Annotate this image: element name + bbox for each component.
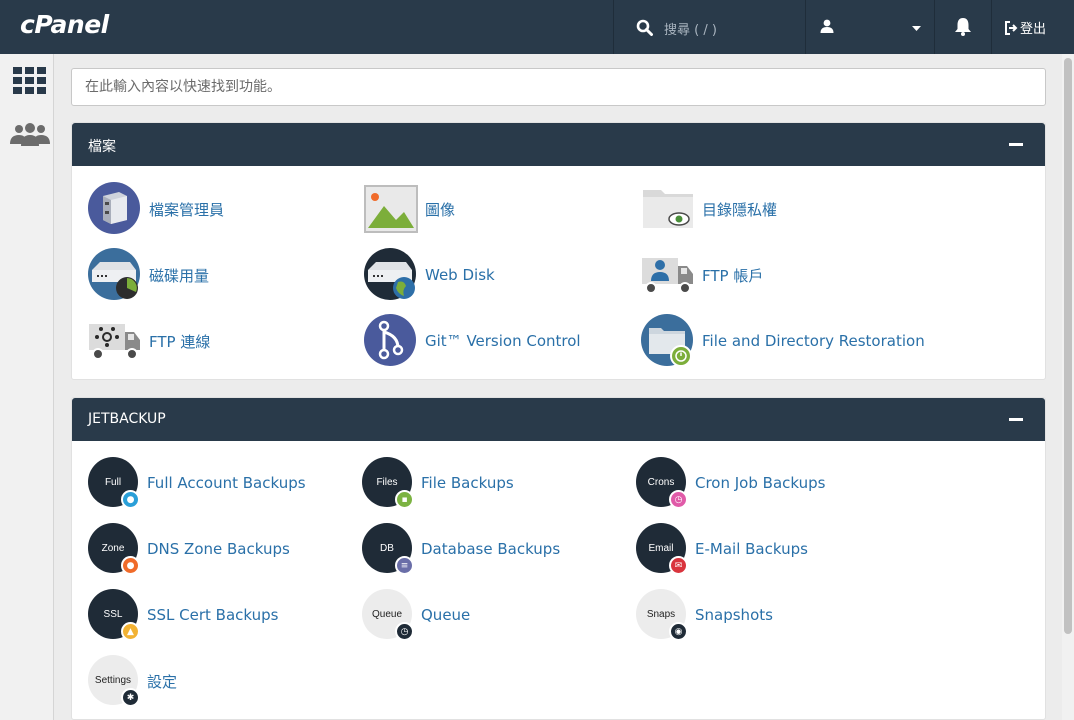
globe-badge-icon: ● xyxy=(121,556,140,575)
git-icon xyxy=(364,314,418,368)
gear-badge-icon: ✱ xyxy=(121,688,140,707)
restoration-icon xyxy=(641,314,695,368)
file-backups-label: File Backups xyxy=(421,474,514,492)
quick-search-input[interactable] xyxy=(71,68,1046,106)
logout-label: 登出 xyxy=(1020,22,1047,37)
git-label: Git™ Version Control xyxy=(425,332,581,350)
clock-badge-icon: ◷ xyxy=(395,622,414,641)
snapshots-link[interactable]: Snaps ◉ Snapshots xyxy=(636,588,773,642)
clock-badge-icon: ◷ xyxy=(669,490,688,509)
dns-zone-backups-link[interactable]: Zone ● DNS Zone Backups xyxy=(88,522,290,576)
user-icon xyxy=(820,19,834,33)
cron-job-backups-label: Cron Job Backups xyxy=(695,474,826,492)
file-restoration-link[interactable]: File and Directory Restoration xyxy=(641,314,925,368)
git-version-control-link[interactable]: Git™ Version Control xyxy=(364,314,581,368)
database-backups-label: Database Backups xyxy=(421,540,561,558)
full-account-backups-label: Full Account Backups xyxy=(147,474,306,492)
web-disk-label: Web Disk xyxy=(425,266,495,284)
panel-title: 檔案 xyxy=(88,139,116,155)
file-badge-icon: ▪ xyxy=(395,490,414,509)
file-backups-link[interactable]: Files ▪ File Backups xyxy=(362,456,514,510)
snapshots-label: Snapshots xyxy=(695,606,773,624)
disk-usage-link[interactable]: 磁碟用量 xyxy=(88,248,209,302)
images-link[interactable]: 圖像 xyxy=(364,182,455,236)
grid-icon[interactable] xyxy=(13,67,46,95)
disk-usage-label: 磁碟用量 xyxy=(149,266,210,285)
ssl-cert-backups-link[interactable]: SSL ▲ SSL Cert Backups xyxy=(88,588,278,642)
divider xyxy=(934,0,935,54)
images-label: 圖像 xyxy=(425,200,456,219)
images-icon xyxy=(364,182,418,236)
sidebar xyxy=(0,54,54,720)
divider xyxy=(991,0,992,54)
file-manager-label: 檔案管理員 xyxy=(149,200,225,219)
scrollbar[interactable] xyxy=(1062,54,1074,720)
chevron-down-icon xyxy=(912,26,921,31)
dns-zone-backups-label: DNS Zone Backups xyxy=(147,540,290,558)
ssl-backup-icon: SSL ▲ xyxy=(88,589,140,641)
header-search-placeholder: 搜尋 ( / ) xyxy=(664,23,717,38)
lock-badge-icon: ▲ xyxy=(121,622,140,641)
ssl-cert-backups-label: SSL Cert Backups xyxy=(147,606,279,624)
user-badge-icon: ● xyxy=(121,490,140,509)
files-panel: 檔案 檔案管理員 圖像 目錄隱私權 磁碟用量 Web Disk FTP 帳戶 F… xyxy=(71,122,1046,380)
ftp-connections-label: FTP 連線 xyxy=(149,332,211,351)
jetbackup-panel-header[interactable]: JETBACKUP xyxy=(72,398,1045,441)
top-bar: cPanel 搜尋 ( / ) 登出 xyxy=(0,0,1074,54)
settings-label: 設定 xyxy=(147,672,178,691)
camera-badge-icon: ◉ xyxy=(669,622,688,641)
web-disk-link[interactable]: Web Disk xyxy=(364,248,495,302)
directory-privacy-label: 目錄隱私權 xyxy=(702,200,778,219)
ftp-accounts-link[interactable]: FTP 帳戶 xyxy=(641,248,763,302)
directory-privacy-icon xyxy=(641,182,695,236)
collapse-icon[interactable] xyxy=(1009,418,1023,421)
header-search[interactable]: 搜尋 ( / ) xyxy=(614,0,806,54)
file-manager-icon xyxy=(88,182,142,236)
envelope-badge-icon: ✉ xyxy=(669,556,688,575)
queue-link[interactable]: Queue ◷ Queue xyxy=(362,588,470,642)
full-account-backups-link[interactable]: Full ● Full Account Backups xyxy=(88,456,306,510)
jetbackup-panel: JETBACKUP Full ● Full Account Backups Fi… xyxy=(71,397,1046,720)
users-icon[interactable] xyxy=(10,122,50,147)
snapshots-icon: Snaps ◉ xyxy=(636,589,688,641)
directory-privacy-link[interactable]: 目錄隱私權 xyxy=(641,182,777,236)
collapse-icon[interactable] xyxy=(1009,143,1023,146)
panel-title: JETBACKUP xyxy=(88,411,166,427)
file-manager-link[interactable]: 檔案管理員 xyxy=(88,182,224,236)
file-backup-icon: Files ▪ xyxy=(362,457,414,509)
email-backups-label: E-Mail Backups xyxy=(695,540,808,558)
database-badge-icon: ≡ xyxy=(395,556,414,575)
ftp-accounts-icon xyxy=(641,248,695,302)
email-backups-link[interactable]: Email ✉ E-Mail Backups xyxy=(636,522,808,576)
database-backups-link[interactable]: DB ≡ Database Backups xyxy=(362,522,560,576)
settings-icon: Settings ✱ xyxy=(88,655,140,707)
disk-usage-icon xyxy=(88,248,142,302)
cron-backup-icon: Crons ◷ xyxy=(636,457,688,509)
files-panel-header[interactable]: 檔案 xyxy=(72,123,1045,166)
queue-icon: Queue ◷ xyxy=(362,589,414,641)
logout-button[interactable]: 登出 xyxy=(1004,18,1046,37)
queue-label: Queue xyxy=(421,606,471,624)
logout-icon xyxy=(1005,20,1018,35)
scrollbar-thumb[interactable] xyxy=(1064,58,1072,634)
cpanel-logo[interactable]: cPanel xyxy=(20,10,109,39)
database-backup-icon: DB ≡ xyxy=(362,523,414,575)
search-icon xyxy=(636,19,653,36)
user-menu[interactable] xyxy=(806,0,934,54)
ftp-accounts-label: FTP 帳戶 xyxy=(702,266,764,285)
ftp-connections-link[interactable]: FTP 連線 xyxy=(88,314,210,368)
email-backup-icon: Email ✉ xyxy=(636,523,688,575)
bell-icon[interactable] xyxy=(954,17,972,36)
dns-backup-icon: Zone ● xyxy=(88,523,140,575)
file-restoration-label: File and Directory Restoration xyxy=(702,332,925,350)
full-backup-icon: Full ● xyxy=(88,457,140,509)
settings-link[interactable]: Settings ✱ 設定 xyxy=(88,654,177,708)
ftp-connections-icon xyxy=(88,314,142,368)
cron-job-backups-link[interactable]: Crons ◷ Cron Job Backups xyxy=(636,456,825,510)
web-disk-icon xyxy=(364,248,418,302)
